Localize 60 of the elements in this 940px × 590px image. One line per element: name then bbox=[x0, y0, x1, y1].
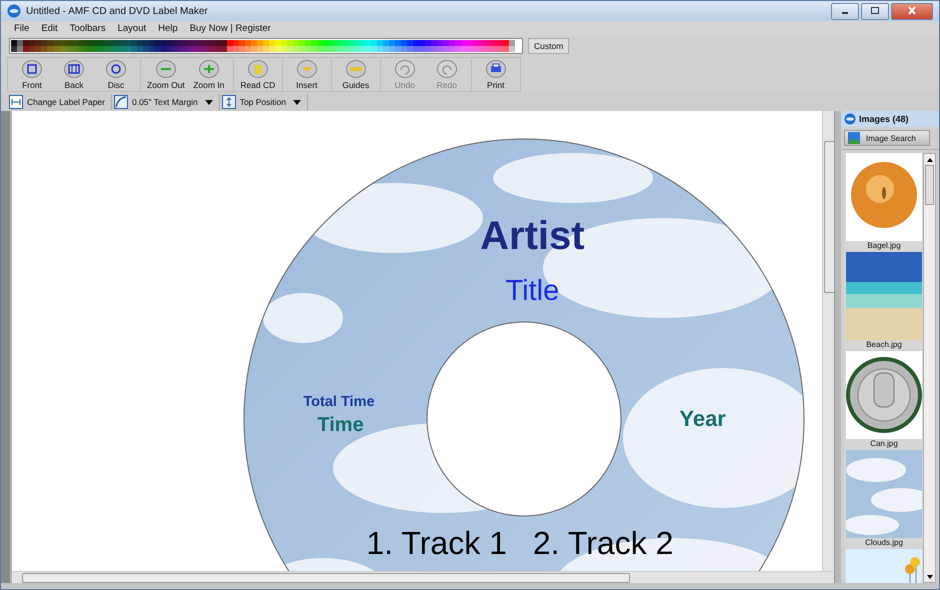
close-icon bbox=[907, 7, 917, 15]
window-title: Untitled - AMF CD and DVD Label Maker bbox=[26, 6, 208, 16]
scroll-up-icon[interactable] bbox=[926, 158, 932, 162]
menu-item[interactable]: File bbox=[8, 23, 36, 34]
redo-icon bbox=[436, 60, 457, 78]
image-name: Beach.jpg bbox=[866, 340, 902, 350]
total-time-text: Total Time bbox=[303, 394, 375, 410]
toolbar-button[interactable]: Disc bbox=[96, 58, 136, 91]
menu-item[interactable]: Buy Now | Register bbox=[184, 23, 277, 34]
arrows-icon bbox=[9, 95, 23, 109]
panel-title: Images (48) bbox=[859, 114, 909, 124]
dropdown-button[interactable]: Top Position bbox=[220, 94, 308, 110]
toolbar-button[interactable]: Change Label Paper bbox=[7, 94, 112, 110]
minus-icon bbox=[156, 60, 176, 78]
bar-icon bbox=[248, 60, 268, 78]
maximize-icon bbox=[870, 7, 880, 15]
plus-icon bbox=[198, 60, 219, 78]
curve-icon bbox=[114, 95, 128, 109]
custom-color-button[interactable]: Custom bbox=[528, 38, 570, 54]
picture-icon bbox=[848, 132, 860, 144]
artist-text: Artist bbox=[479, 214, 586, 259]
ruler-icon bbox=[346, 60, 366, 78]
app-logo-icon bbox=[844, 113, 856, 125]
vertical-scrollbar[interactable] bbox=[923, 153, 936, 583]
menu-item[interactable]: Edit bbox=[35, 23, 64, 34]
track-text: 1. Track 1 bbox=[366, 525, 507, 562]
scroll-thumb[interactable] bbox=[925, 165, 934, 205]
toolbar-button[interactable]: Front bbox=[12, 58, 52, 91]
app-logo-icon bbox=[7, 4, 21, 18]
splitter-handle[interactable] bbox=[834, 111, 841, 583]
menu-item[interactable]: Toolbars bbox=[64, 23, 112, 34]
title-text: Title bbox=[504, 275, 560, 308]
time-text: Time bbox=[317, 414, 364, 437]
can-lid-drawing[interactable] bbox=[846, 351, 922, 439]
image-name: Bagel.jpg bbox=[867, 241, 901, 251]
toolbar-button[interactable]: Zoom Out bbox=[145, 58, 187, 91]
print-icon bbox=[486, 60, 506, 78]
year-text: Year bbox=[679, 406, 726, 432]
toolbar-button[interactable]: Back bbox=[54, 58, 94, 91]
dropdown-button[interactable]: 0.05" Text Margin bbox=[112, 94, 220, 110]
menu-item[interactable]: Help bbox=[152, 23, 184, 34]
menu-item[interactable]: Layout bbox=[112, 23, 152, 34]
undo-icon bbox=[394, 60, 415, 78]
horizontal-scrollbar[interactable] bbox=[12, 571, 834, 583]
panels-icon bbox=[64, 60, 84, 78]
image-search-button[interactable]: Image Search bbox=[844, 130, 930, 146]
toolbar-button[interactable]: Zoom In bbox=[188, 58, 229, 91]
vertical-scrollbar[interactable] bbox=[822, 111, 834, 571]
image-name: Can.jpg bbox=[870, 439, 898, 449]
disc-icon bbox=[106, 60, 126, 78]
color-palette[interactable] bbox=[9, 38, 523, 54]
maximize-button[interactable] bbox=[861, 2, 889, 20]
image-name: Clouds.jpg bbox=[865, 538, 903, 548]
bagel-drawing[interactable] bbox=[846, 153, 922, 241]
minimize-button[interactable] bbox=[831, 2, 859, 20]
track-text: 2. Track 2 bbox=[532, 525, 674, 562]
close-button[interactable] bbox=[891, 2, 933, 20]
arrows-icon bbox=[222, 95, 236, 109]
beach-drawing[interactable] bbox=[846, 252, 922, 340]
scroll-down-icon[interactable] bbox=[926, 574, 932, 578]
